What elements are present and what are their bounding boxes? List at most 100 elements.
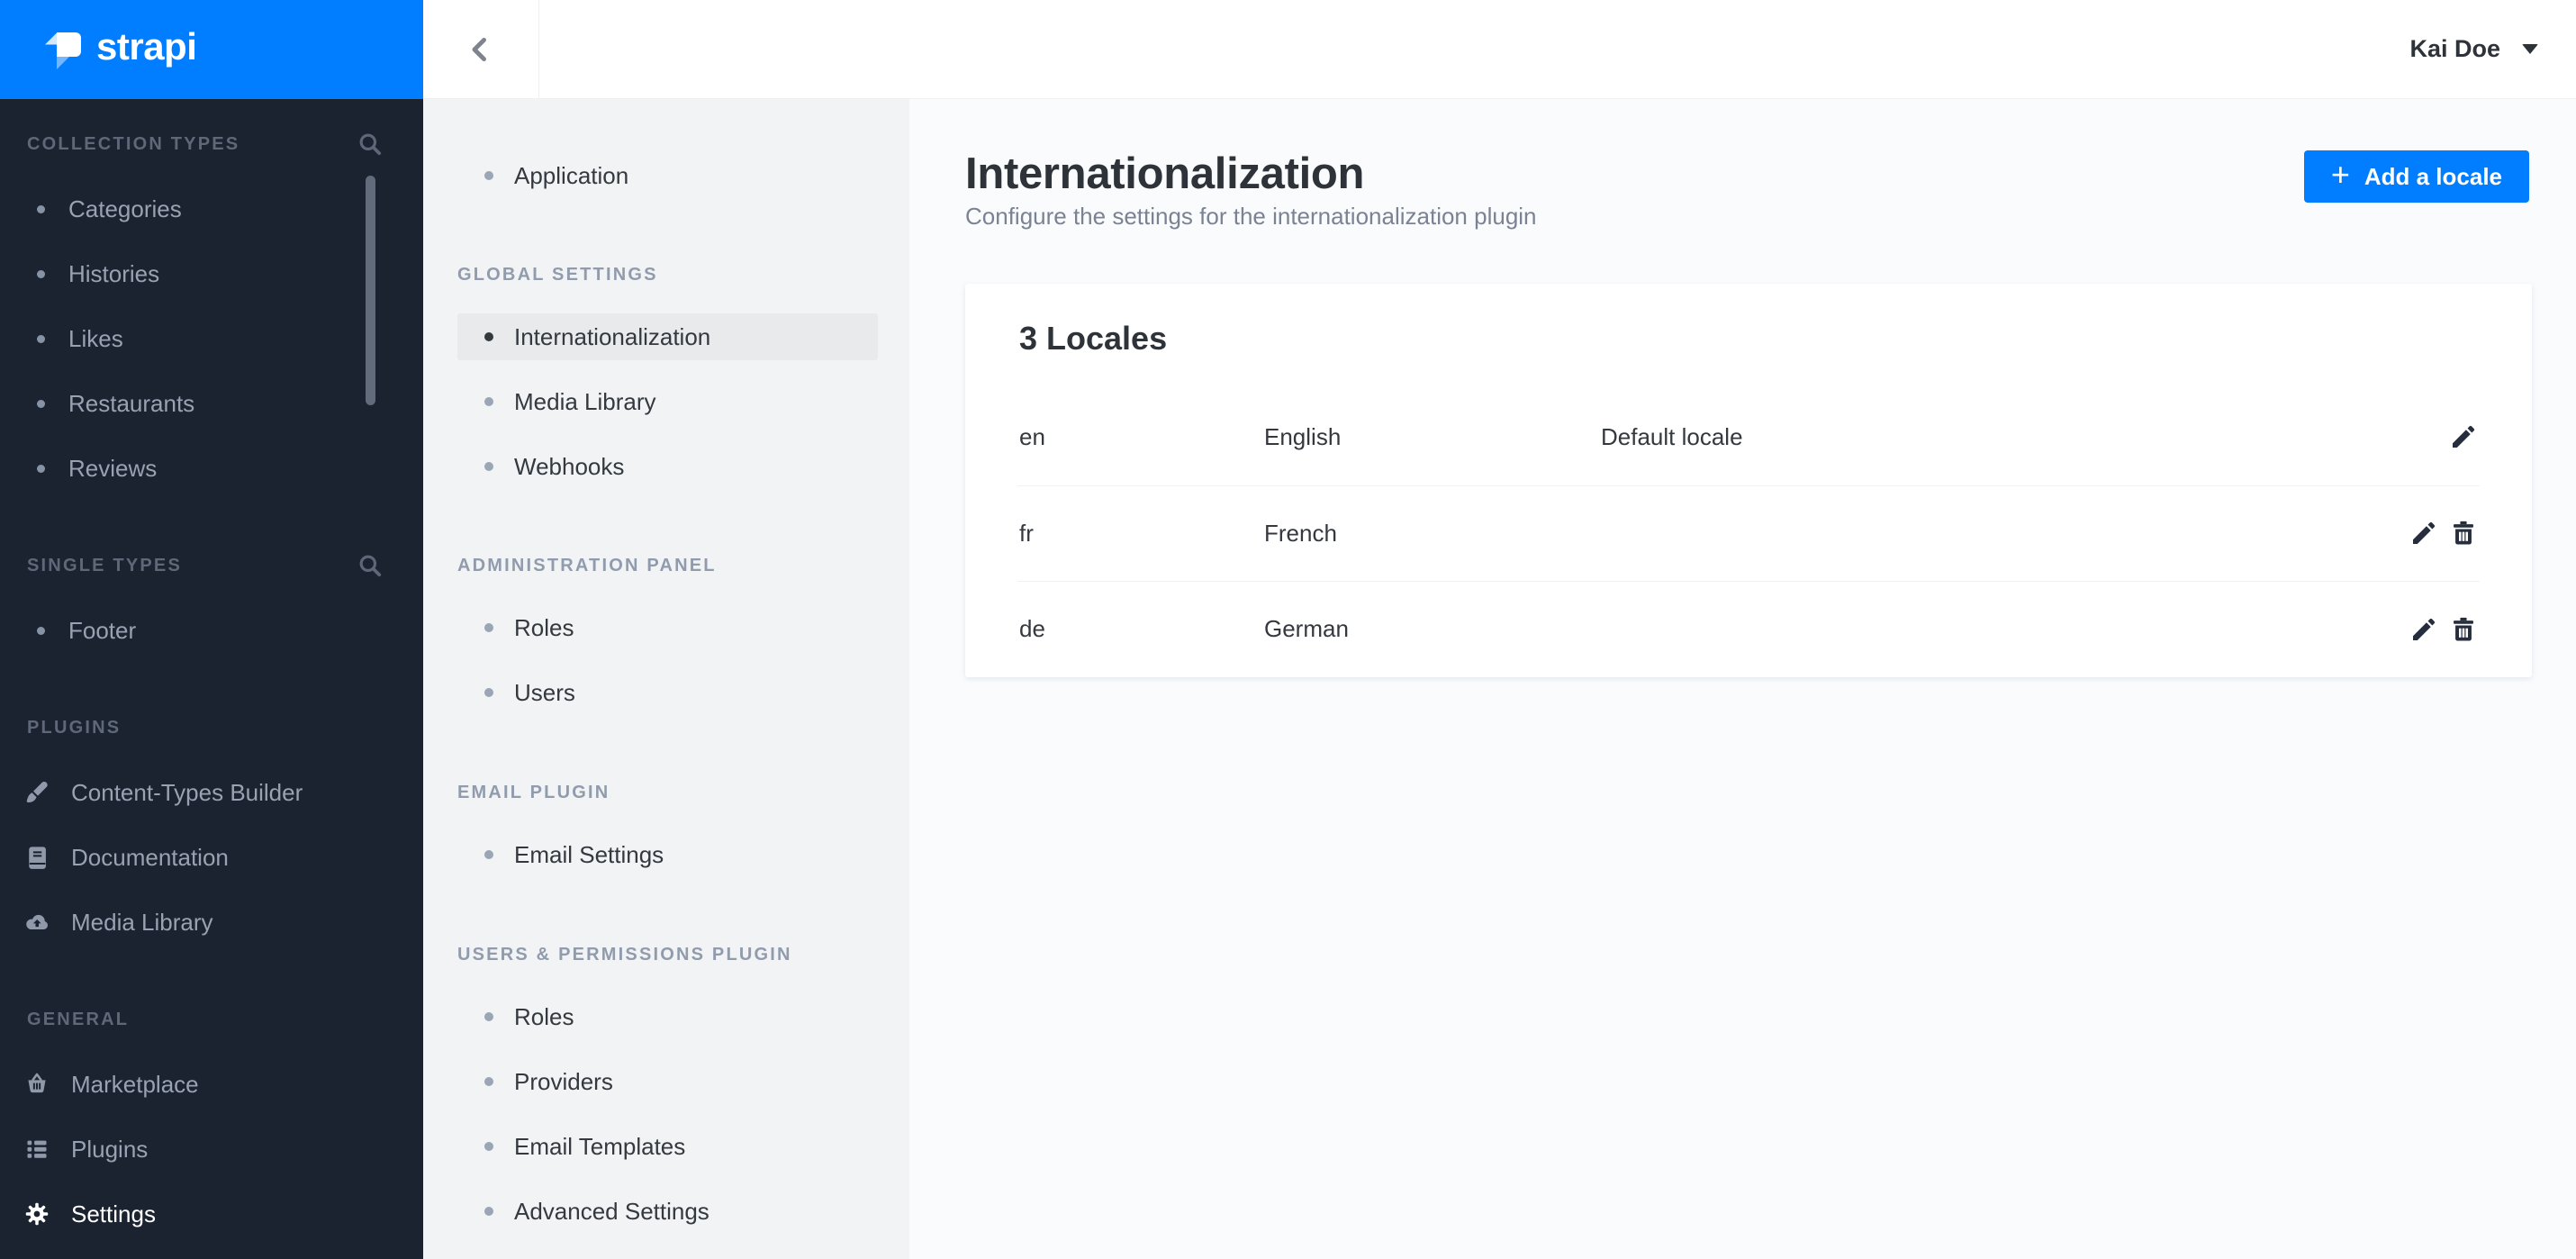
sidebar-item-reviews[interactable]: Reviews (0, 436, 423, 501)
settings-nav-advanced-settings[interactable]: Advanced Settings (423, 1179, 909, 1244)
general-list: Marketplace Plugins Settings (0, 1052, 423, 1246)
brush-icon (24, 780, 50, 805)
settings-nav-media-library[interactable]: Media Library (423, 369, 909, 434)
sidebar-item-label: Reviews (68, 454, 158, 482)
locales-card: 3 Locales en English Default locale fr F… (965, 284, 2532, 677)
sidebar-item-label: Settings (71, 1200, 156, 1227)
table-row-en[interactable]: en English Default locale (965, 389, 2532, 485)
settings-nav-label: Providers (514, 1067, 613, 1095)
settings-nav-label: Roles (514, 613, 574, 641)
edit-locale-button[interactable] (2449, 422, 2478, 451)
bullet-icon (484, 688, 493, 697)
delete-locale-button[interactable] (2449, 519, 2478, 548)
settings-nav-label: Email Templates (514, 1132, 686, 1160)
bullet-icon (484, 397, 493, 406)
settings-nav-label: Media Library (514, 387, 656, 415)
add-locale-button-label: Add a locale (2364, 162, 2502, 190)
bullet-icon (484, 850, 493, 859)
bullet-icon (37, 204, 45, 213)
sidebar-item-label: Likes (68, 324, 123, 352)
back-button[interactable] (423, 0, 539, 98)
section-header-label: COLLECTION TYPES (27, 133, 240, 154)
sidebar-item-label: Footer (68, 616, 137, 644)
bullet-icon (484, 1012, 493, 1021)
settings-nav-internationalization[interactable]: Internationalization (423, 304, 909, 369)
settings-nav-label: Users (514, 678, 575, 706)
settings-nav-application[interactable]: Application (423, 143, 909, 208)
locales-table: en English Default locale fr French de G… (965, 389, 2532, 677)
collection-types-list: Categories Histories Likes Restaurants R… (0, 177, 423, 501)
settings-nav-admin-roles[interactable]: Roles (423, 595, 909, 660)
row-actions (2409, 519, 2478, 548)
bullet-icon (37, 269, 45, 278)
chevron-down-icon (2522, 44, 2538, 54)
sidebar-item-label: Plugins (71, 1135, 149, 1163)
edit-locale-button[interactable] (2409, 519, 2438, 548)
table-row-fr[interactable]: fr French (965, 485, 2532, 582)
table-row-de[interactable]: de German (965, 581, 2532, 677)
single-types-list: Footer (0, 598, 423, 663)
settings-nav-label: Roles (514, 1002, 574, 1030)
strapi-logo[interactable]: strapi (0, 0, 423, 99)
section-header-label: PLUGINS (27, 717, 122, 738)
settings-nav-label: Application (514, 161, 629, 189)
settings-nav-label: Advanced Settings (514, 1197, 710, 1225)
main-sidebar: strapi COLLECTION TYPES Categories Histo… (0, 0, 423, 1259)
sidebar-item-likes[interactable]: Likes (0, 306, 423, 371)
section-header-collection-types: COLLECTION TYPES (0, 131, 423, 158)
search-icon[interactable] (357, 131, 382, 156)
locale-code: en (1019, 422, 1045, 450)
settings-nav-label: Email Settings (514, 840, 664, 868)
settings-nav-email-settings[interactable]: Email Settings (423, 822, 909, 887)
settings-nav-label: Internationalization (514, 322, 711, 350)
user-menu[interactable]: Kai Doe (2409, 35, 2576, 63)
sidebar-item-footer[interactable]: Footer (0, 598, 423, 663)
top-header: Kai Doe (423, 0, 2576, 99)
edit-locale-button[interactable] (2409, 615, 2438, 644)
sidebar-item-marketplace[interactable]: Marketplace (0, 1052, 423, 1117)
settings-nav-email-templates[interactable]: Email Templates (423, 1114, 909, 1179)
locales-count-heading: 3 Locales (1019, 320, 1168, 357)
gear-icon (24, 1201, 50, 1227)
bullet-icon (37, 464, 45, 473)
bullet-icon (484, 623, 493, 632)
list-icon (24, 1137, 50, 1162)
sidebar-item-plugins[interactable]: Plugins (0, 1117, 423, 1182)
bullet-icon (484, 171, 493, 180)
locales-card-header: 3 Locales (965, 284, 2532, 389)
locale-name: English (1264, 422, 1342, 450)
sidebar-item-histories[interactable]: Histories (0, 241, 423, 306)
delete-locale-button[interactable] (2449, 615, 2478, 644)
section-header-label: GENERAL (27, 1009, 130, 1029)
settings-nav-admin-users[interactable]: Users (423, 660, 909, 725)
bullet-icon (484, 462, 493, 471)
settings-nav-webhooks[interactable]: Webhooks (423, 434, 909, 499)
plugins-list: Content-Types Builder Documentation Medi… (0, 760, 423, 955)
bullet-icon (484, 1077, 493, 1086)
sidebar-item-restaurants[interactable]: Restaurants (0, 371, 423, 436)
section-header-single-types: SINGLE TYPES (0, 552, 423, 579)
settings-group-email-plugin: EMAIL PLUGIN (457, 782, 610, 802)
book-icon (24, 845, 50, 870)
settings-nav-up-roles[interactable]: Roles (423, 984, 909, 1049)
strapi-logo-text: strapi (96, 25, 197, 68)
locale-name: German (1264, 615, 1349, 643)
bullet-icon (37, 334, 45, 343)
search-icon[interactable] (357, 553, 382, 577)
row-actions (2409, 615, 2478, 644)
chevron-left-icon (465, 34, 496, 65)
add-locale-button[interactable]: + Add a locale (2303, 150, 2529, 203)
bullet-icon (484, 332, 493, 341)
settings-group-global-settings: GLOBAL SETTINGS (457, 264, 658, 285)
sidebar-item-content-types-builder[interactable]: Content-Types Builder (0, 760, 423, 825)
sidebar-item-label: Histories (68, 259, 160, 287)
sidebar-item-media-library[interactable]: Media Library (0, 890, 423, 955)
strapi-logo-icon (45, 32, 81, 69)
settings-sidebar: Application GLOBAL SETTINGS Internationa… (423, 99, 909, 1259)
sidebar-item-settings[interactable]: Settings (0, 1182, 423, 1246)
settings-nav-providers[interactable]: Providers (423, 1049, 909, 1114)
settings-group-users-permissions-plugin: USERS & PERMISSIONS PLUGIN (457, 944, 792, 965)
sidebar-item-categories[interactable]: Categories (0, 177, 423, 241)
sidebar-item-documentation[interactable]: Documentation (0, 825, 423, 890)
sidebar-scrollbar[interactable] (366, 176, 375, 405)
